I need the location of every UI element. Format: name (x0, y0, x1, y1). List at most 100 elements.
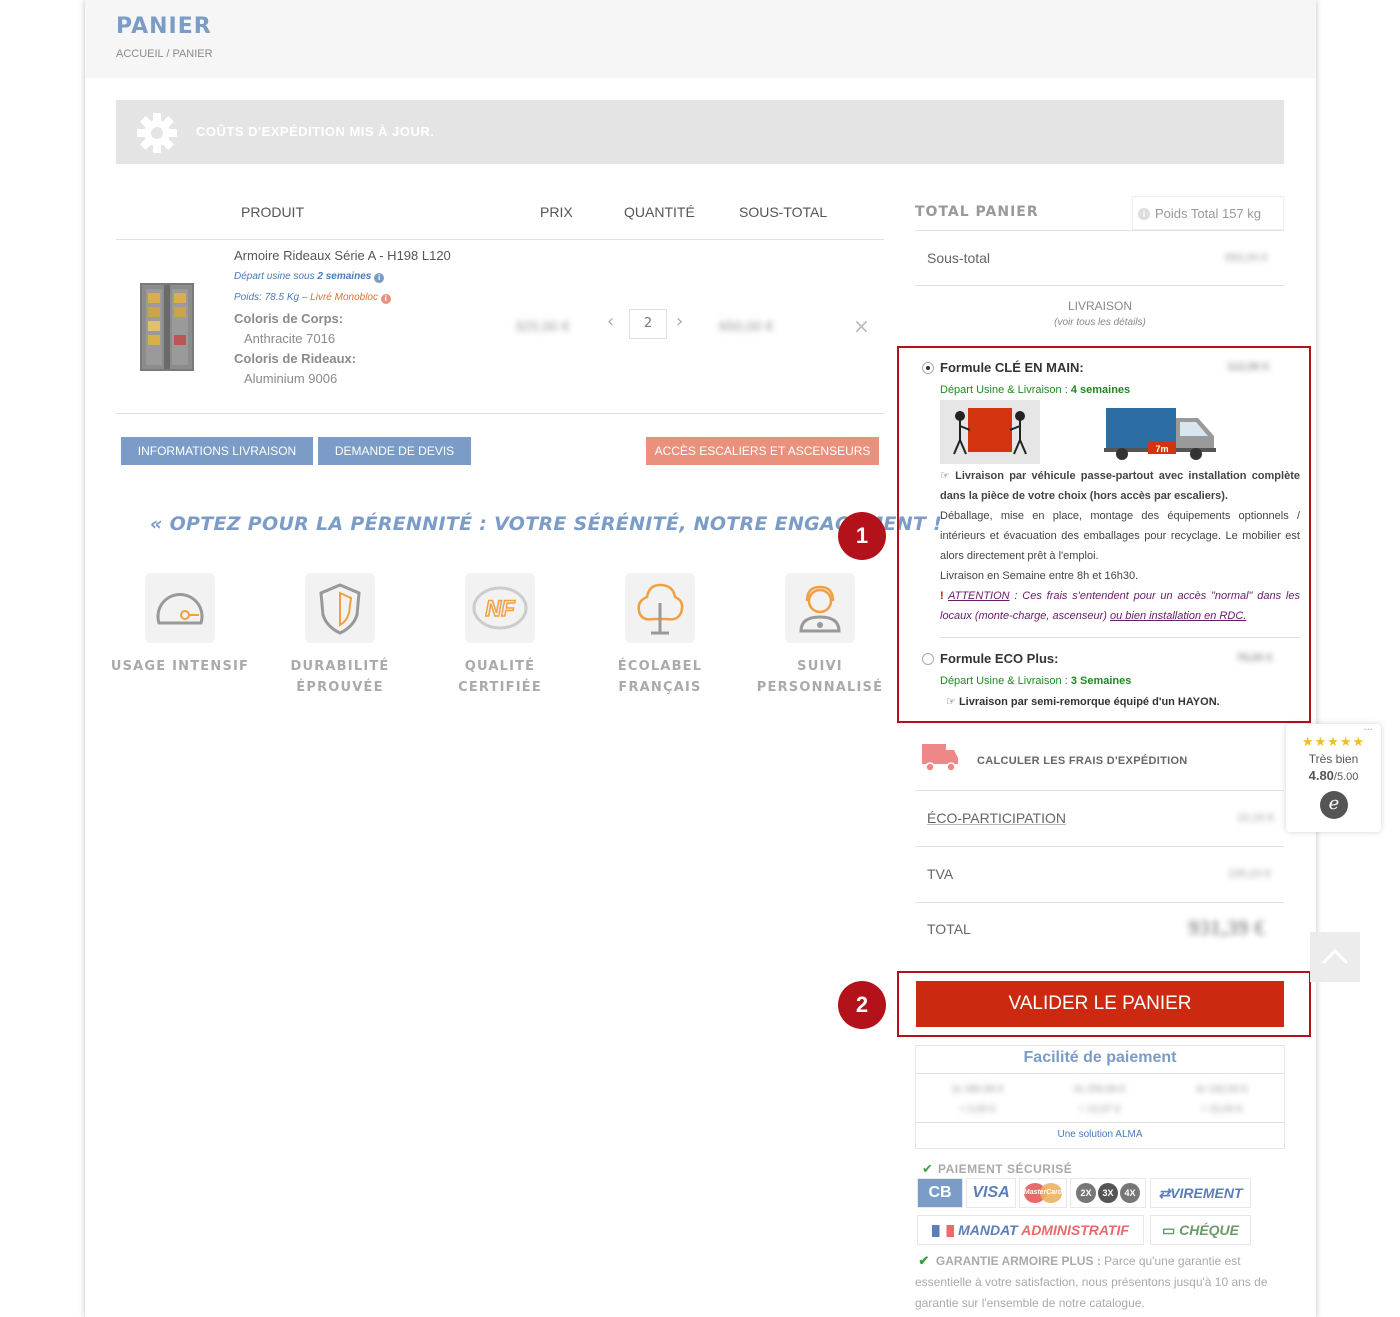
product-weight: Poids: 78.5 Kg – Livré Monobloc i (234, 292, 391, 304)
attr-curtain-color-value: Aluminium 9006 (244, 371, 338, 386)
shipping-option-1-hours: Livraison en Semaine entre 8h et 16h30. (940, 570, 1139, 582)
divider (940, 637, 1300, 638)
feature-label: DURABILITÉ ÉPROUVÉE (290, 659, 390, 695)
quantity-input[interactable]: 2 (629, 309, 667, 339)
rating-label: Très bien (1308, 752, 1359, 766)
col-quantity: QUANTITÉ (624, 204, 695, 220)
info-icon[interactable]: i (380, 294, 391, 304)
shipping-option-1-warning: ! ATTENTION : Ces frais s'entendent pour… (940, 590, 1300, 622)
check-icon: ✔ (918, 1253, 930, 1268)
divider (915, 902, 1284, 903)
attr-body-color-label: Coloris de Corps: (234, 311, 344, 326)
shipping-option-1-title[interactable]: Formule CLÉ EN MAIN: (940, 360, 1084, 375)
tree-icon (625, 573, 695, 643)
rating-score: 4.80/5.00 (1308, 768, 1359, 783)
feature-label: QUALITÉ CERTIFIÉE (458, 659, 542, 695)
tva-value: 155,23 € (1228, 868, 1271, 880)
support-icon (785, 573, 855, 643)
header-band (85, 0, 1316, 78)
back-to-top-button[interactable] (1310, 932, 1360, 982)
total-weight: i Poids Total 157 kg (1132, 196, 1284, 230)
gauge-icon (145, 573, 215, 643)
cart-total-title: TOTAL PANIER (915, 204, 1039, 220)
payment-facility-title: Facilité de paiement (1023, 1049, 1177, 1066)
shipping-option-2-title[interactable]: Formule ECO Plus: (940, 651, 1058, 666)
total-value: 931,39 € (1188, 915, 1265, 940)
alma-link[interactable]: Une solution ALMA (915, 1129, 1285, 1140)
feature-label: SUIVI PERSONNALISÉ (756, 659, 884, 695)
slogan: « OPTEZ POUR LA PÉRENNITÉ : VOTRE SÉRÉNI… (150, 513, 943, 535)
col-price: PRIX (540, 204, 573, 220)
mandat-logo: MANDAT ADMINISTRATIF (917, 1215, 1144, 1245)
delivery-men-icon (940, 400, 1040, 464)
payment-plan-2x[interactable]: 2x 380,99 € + 0,00 € (940, 1080, 1015, 1120)
attr-body-color-value: Anthracite 7016 (244, 331, 336, 346)
divider (116, 413, 884, 414)
shipping-option-2-desc: ☞ Livraison par semi-remorque équipé d'u… (946, 696, 1220, 708)
product-subtotal: 650,00 € (719, 318, 774, 334)
flag-icon (932, 1225, 955, 1238)
shipping-option-2-departure: Départ Usine & Livraison : 3 Semaines (940, 675, 1132, 687)
chevron-up-icon (1321, 948, 1349, 965)
divider (915, 790, 1284, 791)
cb-logo: CB (917, 1178, 963, 1208)
info-icon: i (1138, 208, 1150, 220)
rdc-link[interactable]: ou bien installation en RDC. (1110, 610, 1246, 622)
stairs-access-button[interactable]: ACCÈS ESCALIERS ET ASCENSEURS (646, 437, 879, 465)
eco-participation-value: 10,16 € (1237, 812, 1274, 824)
page-title: PANIER (116, 14, 212, 39)
shipping-option-1-radio[interactable] (922, 362, 934, 374)
shipping-option-1-desc-body: Déballage, mise en place, montage des éq… (940, 510, 1300, 562)
cheque-icon: ▭ (1161, 1222, 1176, 1238)
mastercard-logo: MasterCard (1019, 1178, 1067, 1208)
trusted-logo-icon: e (1320, 791, 1348, 819)
quote-request-button[interactable]: DEMANDE DE DEVIS (318, 437, 471, 465)
shipping-option-2-radio[interactable] (922, 653, 934, 665)
product-thumbnail[interactable] (138, 281, 196, 373)
more-icon[interactable]: ... (1363, 722, 1373, 733)
divider (116, 239, 884, 240)
validate-cart-button[interactable]: VALIDER LE PANIER (916, 981, 1284, 1027)
truck-length-label: 7m (1155, 444, 1168, 454)
secure-payment-heading: ✔ PAIEMENT SÉCURISÉ (922, 1162, 1073, 1177)
truck-icon[interactable] (920, 742, 960, 774)
product-price: 325,00 € (515, 318, 570, 334)
remove-icon[interactable]: × (853, 314, 870, 338)
guarantee-text: ✔ GARANTIE ARMOIRE PLUS : Parce qu'une g… (915, 1253, 1268, 1310)
qty-decrease-icon[interactable]: ‹ (607, 311, 614, 332)
feature-label: USAGE INTENSIF (110, 659, 250, 674)
product-name[interactable]: Armoire Rideaux Série A - H198 L120 (234, 248, 451, 263)
svg-text:NF: NF (485, 596, 515, 621)
check-icon: ✔ (922, 1162, 933, 1177)
col-product: PRODUIT (241, 204, 304, 220)
divider (915, 285, 1284, 286)
qty-increase-icon[interactable]: › (676, 311, 683, 332)
shipping-option-2-price: 78,00 € (1236, 652, 1273, 664)
attention-link[interactable]: ATTENTION (948, 590, 1010, 602)
attr-curtain-color-label: Coloris de Rideaux: (234, 351, 357, 366)
eco-participation-label[interactable]: ÉCO-PARTICIPATION (927, 810, 1066, 826)
gear-icon (137, 113, 177, 153)
shipping-details-link[interactable]: (voir tous les détails) (915, 317, 1285, 328)
divider (915, 846, 1284, 847)
feature-label: ÉCOLABEL FRANÇAIS (617, 659, 703, 695)
shield-icon (305, 573, 375, 643)
rating-stars: ★★★★★ (1301, 735, 1366, 750)
payment-plan-4x[interactable]: 4x 193,00 € + 15,00 € (1184, 1080, 1259, 1120)
trusted-shops-widget[interactable]: ... ★★★★★ Très bien 4.80/5.00 e (1286, 722, 1381, 832)
delivery-info-button[interactable]: INFORMATIONS LIVRAISON (121, 437, 313, 465)
divider (915, 230, 1284, 231)
visa-logo: VISA (966, 1178, 1016, 1208)
annotation-badge-2: 2 (838, 981, 886, 1029)
col-subtotal: SOUS-TOTAL (739, 204, 828, 220)
breadcrumb[interactable]: ACCUEIL / PANIER (116, 48, 213, 60)
installments-logo: 2X 3X 4X (1070, 1178, 1146, 1208)
thumb-icon: ☞ (946, 696, 956, 708)
info-icon[interactable]: i (374, 273, 385, 283)
tva-label: TVA (927, 866, 954, 882)
divider (916, 1122, 1284, 1123)
thumb-icon: ☞ (940, 470, 950, 482)
payment-plan-3x[interactable]: 3x 255,99 € + 13,97 € (1062, 1080, 1137, 1120)
calculate-shipping-link[interactable]: CALCULER LES FRAIS D'EXPÉDITION (977, 755, 1188, 767)
nf-icon: NF (465, 573, 535, 643)
